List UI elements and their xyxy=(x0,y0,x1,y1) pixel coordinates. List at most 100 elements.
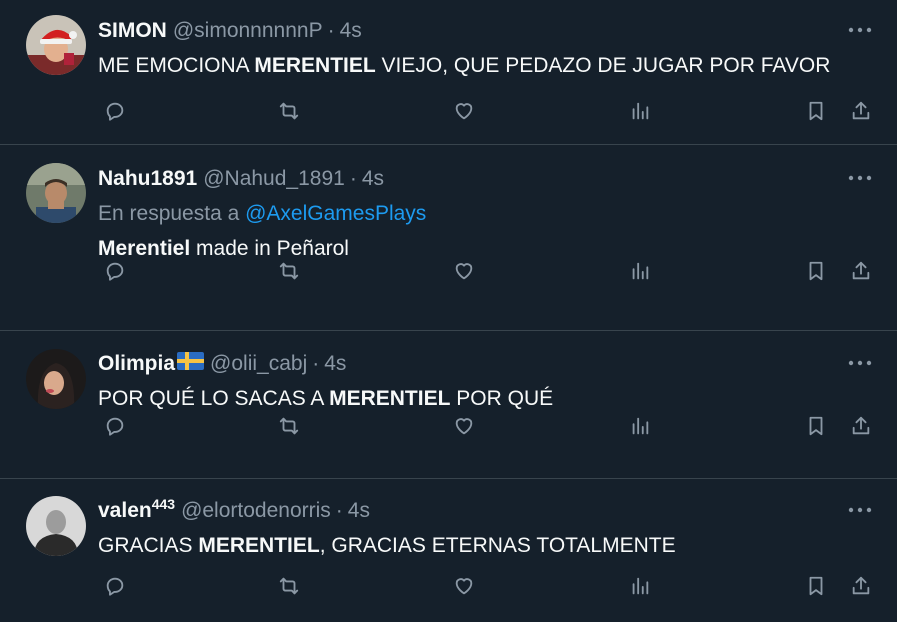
tweet-content: valen443 @elortodenorris · 4s GRACIAS ME… xyxy=(98,496,877,559)
text-segment: ME EMOCIONA xyxy=(98,54,255,77)
timestamp[interactable]: 4s xyxy=(340,18,362,44)
separator: · xyxy=(327,19,335,42)
share-button[interactable] xyxy=(846,571,876,601)
display-name-text: valen xyxy=(98,499,152,522)
tweet[interactable]: valen443 @elortodenorris · 4s GRACIAS ME… xyxy=(0,479,897,622)
tweet-text: GRACIAS MERENTIEL, GRACIAS ETERNAS TOTAL… xyxy=(98,533,877,559)
share-button[interactable] xyxy=(846,96,876,126)
reply-icon xyxy=(106,262,124,281)
more-horizontal-icon xyxy=(848,360,872,366)
text-segment-bold: MERENTIEL xyxy=(198,534,320,557)
tweet-feed: SIMON @simonnnnnnP · 4s ME EMOCIONA MERE… xyxy=(0,0,897,622)
tweet-header: valen443 @elortodenorris · 4s xyxy=(98,496,877,524)
views-chart-icon xyxy=(632,577,649,595)
avatar[interactable] xyxy=(26,15,86,75)
views-button[interactable] xyxy=(625,256,655,286)
display-name-superscript: 443 xyxy=(151,496,176,512)
views-button[interactable] xyxy=(625,571,655,601)
tweet[interactable]: SIMON @simonnnnnnP · 4s ME EMOCIONA MERE… xyxy=(0,0,897,145)
bookmark-button[interactable] xyxy=(801,411,831,441)
user-handle[interactable]: @Nahud_1891 xyxy=(203,166,345,192)
bookmark-icon xyxy=(809,261,823,281)
views-button[interactable] xyxy=(625,411,655,441)
like-button[interactable] xyxy=(449,96,479,126)
tweet-content: Olimpia @olii_cabj · 4s POR QUÉ LO SACAS… xyxy=(98,351,877,412)
sweden-flag-icon xyxy=(177,352,205,370)
action-bar xyxy=(98,96,878,126)
avatar[interactable] xyxy=(26,163,86,223)
tweet[interactable]: Olimpia @olii_cabj · 4s POR QUÉ LO SACAS… xyxy=(0,331,897,479)
share-button[interactable] xyxy=(846,411,876,441)
more-horizontal-icon xyxy=(848,507,872,513)
retweet-button[interactable] xyxy=(274,96,304,126)
text-segment: , GRACIAS ETERNAS TOTALMENTE xyxy=(319,534,676,557)
reply-button[interactable] xyxy=(100,96,130,126)
separator: · xyxy=(335,499,343,522)
like-button[interactable] xyxy=(449,571,479,601)
bookmark-button[interactable] xyxy=(801,256,831,286)
like-button[interactable] xyxy=(449,256,479,286)
text-segment: POR QUÉ xyxy=(450,387,554,410)
action-bar xyxy=(98,571,878,601)
bookmark-button[interactable] xyxy=(801,96,831,126)
tweet-content: Nahu1891 @Nahud_1891 · 4s En respuesta a… xyxy=(98,166,877,262)
reply-icon xyxy=(106,417,124,436)
display-name[interactable]: Nahu1891 xyxy=(98,166,197,192)
share-button[interactable] xyxy=(846,256,876,286)
tweet-content: SIMON @simonnnnnnP · 4s ME EMOCIONA MERE… xyxy=(98,18,877,79)
timestamp[interactable]: 4s xyxy=(362,166,384,192)
user-handle[interactable]: @elortodenorris xyxy=(181,498,331,524)
tweet-text: ME EMOCIONA MERENTIEL VIEJO, QUE PEDAZO … xyxy=(98,53,877,79)
heart-icon xyxy=(455,103,473,120)
tweet-header: SIMON @simonnnnnnP · 4s xyxy=(98,18,877,44)
retweet-button[interactable] xyxy=(274,571,304,601)
more-options-button[interactable] xyxy=(847,500,873,520)
bookmark-icon xyxy=(809,416,823,436)
more-options-button[interactable] xyxy=(847,353,873,373)
share-icon xyxy=(852,101,870,120)
reply-icon xyxy=(106,577,124,596)
text-segment-bold: MERENTIEL xyxy=(329,387,451,410)
reply-handle-link[interactable]: @AxelGamesPlays xyxy=(245,202,426,225)
timestamp[interactable]: 4s xyxy=(348,498,370,524)
timestamp[interactable]: 4s xyxy=(324,351,346,377)
text-segment: VIEJO, QUE PEDAZO DE JUGAR POR FAVOR xyxy=(375,54,831,77)
heart-icon xyxy=(455,418,473,435)
views-button[interactable] xyxy=(625,96,655,126)
bookmark-icon xyxy=(809,101,823,121)
reply-button[interactable] xyxy=(100,571,130,601)
more-options-button[interactable] xyxy=(847,20,873,40)
reply-button[interactable] xyxy=(100,256,130,286)
like-button[interactable] xyxy=(449,411,479,441)
retweet-button[interactable] xyxy=(274,411,304,441)
heart-icon xyxy=(455,578,473,595)
display-name[interactable]: Olimpia xyxy=(98,351,175,377)
text-segment-bold: MERENTIEL xyxy=(254,54,376,77)
user-handle[interactable]: @simonnnnnnP xyxy=(173,18,323,44)
display-name[interactable]: SIMON xyxy=(98,18,167,44)
display-name[interactable]: valen443 xyxy=(98,496,176,524)
avatar[interactable] xyxy=(26,496,86,556)
retweet-icon xyxy=(279,577,299,595)
retweet-button[interactable] xyxy=(274,256,304,286)
share-icon xyxy=(852,576,870,595)
views-chart-icon xyxy=(632,417,649,435)
text-segment: GRACIAS xyxy=(98,534,199,557)
tweet[interactable]: Nahu1891 @Nahud_1891 · 4s En respuesta a… xyxy=(0,145,897,331)
action-bar xyxy=(98,256,878,286)
share-icon xyxy=(852,416,870,435)
more-options-button[interactable] xyxy=(847,168,873,188)
views-chart-icon xyxy=(632,262,649,280)
retweet-icon xyxy=(279,102,299,120)
reply-icon xyxy=(106,102,124,121)
avatar[interactable] xyxy=(26,349,86,409)
text-segment: POR QUÉ LO SACAS A xyxy=(98,387,330,410)
bookmark-button[interactable] xyxy=(801,571,831,601)
heart-icon xyxy=(455,263,473,280)
user-handle[interactable]: @olii_cabj xyxy=(210,351,307,377)
reply-context: En respuesta a @AxelGamesPlays xyxy=(98,201,877,227)
tweet-text: POR QUÉ LO SACAS A MERENTIEL POR QUÉ xyxy=(98,386,877,412)
separator: · xyxy=(312,352,320,375)
reply-button[interactable] xyxy=(100,411,130,441)
bookmark-icon xyxy=(809,576,823,596)
